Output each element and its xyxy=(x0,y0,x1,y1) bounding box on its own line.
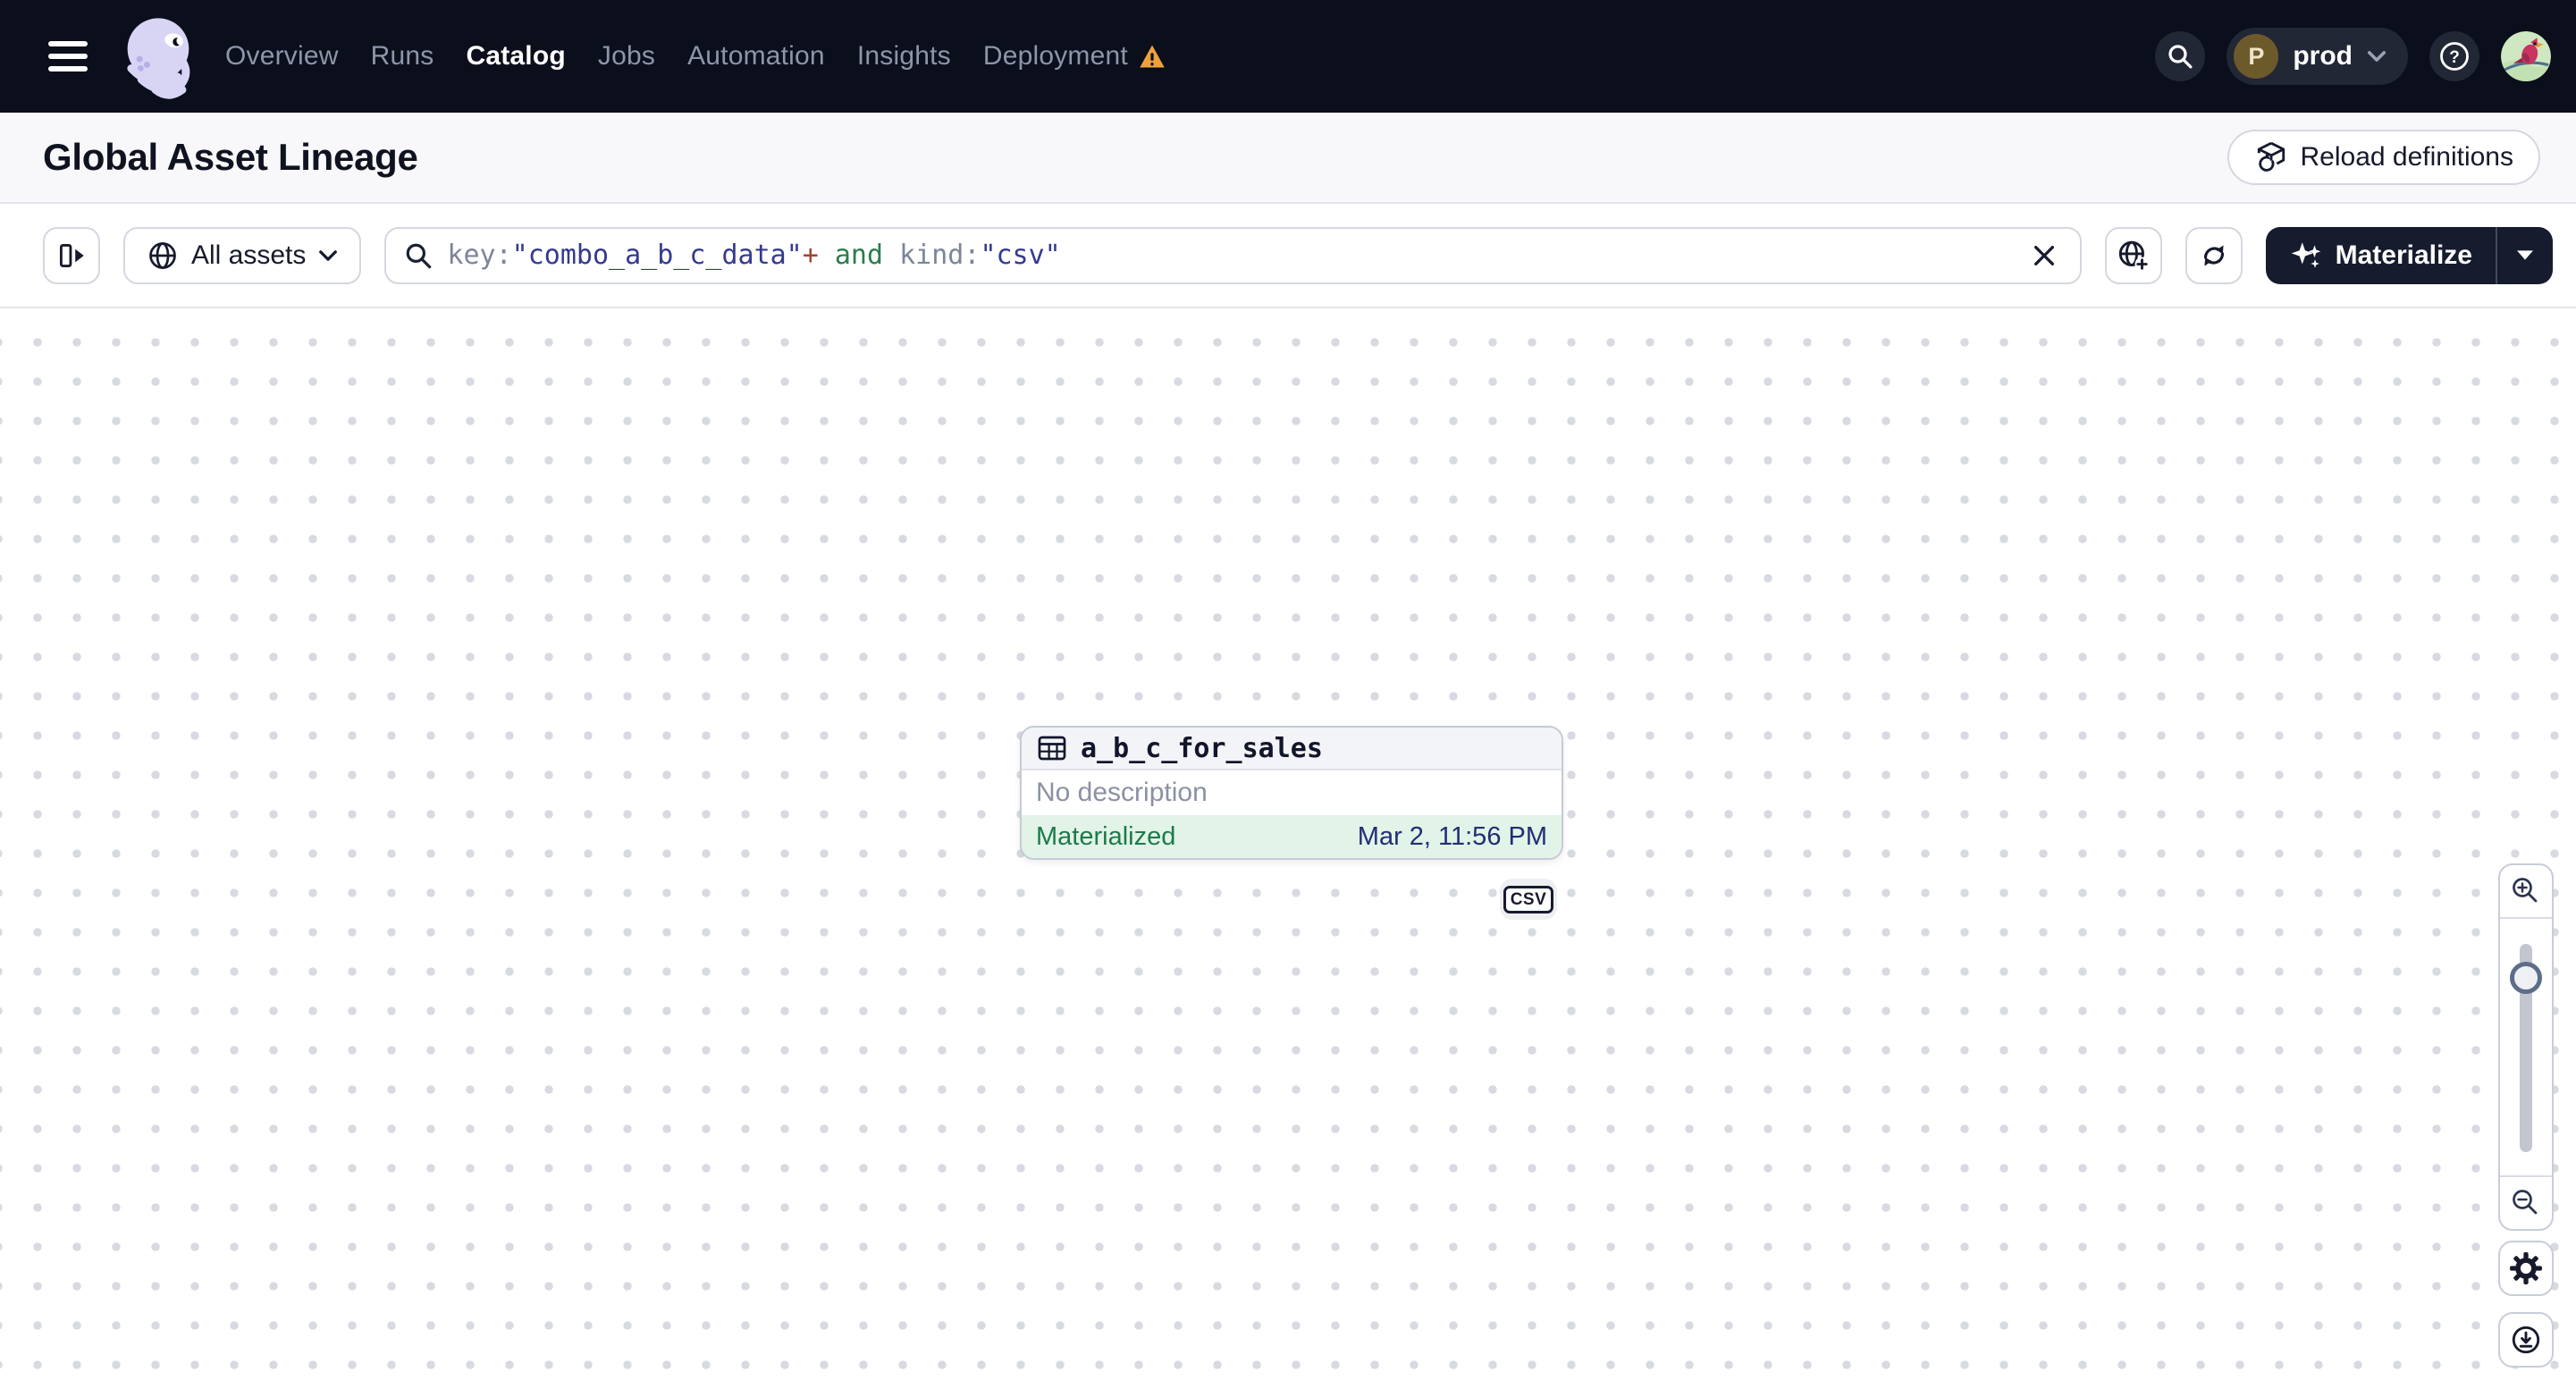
lineage-toolbar: All assets key:"combo_a_b_c_data"+ and k… xyxy=(0,204,2576,308)
lineage-canvas[interactable]: a_b_c_for_sales No description Materiali… xyxy=(0,308,2576,1389)
avatar-bird-image xyxy=(2501,31,2551,81)
global-search-button[interactable] xyxy=(2155,31,2206,81)
chevron-down-icon xyxy=(2367,51,2387,62)
dagster-logo-icon[interactable] xyxy=(113,10,206,103)
asset-node[interactable]: a_b_c_for_sales No description Materiali… xyxy=(1020,726,1563,860)
asset-scope-button[interactable]: All assets xyxy=(123,226,362,284)
asset-node-description: No description xyxy=(1022,770,1562,815)
query-keyword-token: and xyxy=(818,240,900,271)
nav-item-runs[interactable]: Runs xyxy=(371,41,434,72)
caret-down-icon xyxy=(2517,250,2533,260)
nav-item-overview[interactable]: Overview xyxy=(225,41,339,72)
user-avatar[interactable] xyxy=(2501,31,2551,81)
query-value-token: "csv" xyxy=(980,240,1061,271)
status-badge: Materialized xyxy=(1036,821,1176,851)
asset-node-status-bar: Materialized Mar 2, 11:56 PM xyxy=(1022,815,1562,858)
query-field-token: key: xyxy=(447,240,512,271)
svg-text:?: ? xyxy=(2449,48,2460,67)
nav-item-automation[interactable]: Automation xyxy=(687,41,825,72)
zoom-in-button[interactable] xyxy=(2500,865,2552,917)
sparkles-icon xyxy=(2291,241,2320,268)
expand-panel-icon xyxy=(59,243,84,267)
materialize-label: Materialize xyxy=(2335,240,2472,270)
page-header: Global Asset Lineage Reload definitions xyxy=(0,113,2576,204)
download-image-button[interactable] xyxy=(2498,1312,2554,1368)
query-field-token: kind: xyxy=(899,240,981,271)
search-icon xyxy=(407,243,432,268)
help-button[interactable]: ? xyxy=(2429,31,2479,81)
deployment-initial-badge: P xyxy=(2234,34,2279,79)
search-query-text: key:"combo_a_b_c_data"+ and kind:"csv" xyxy=(447,240,2011,271)
filter-lineage-button[interactable] xyxy=(2104,226,2162,284)
chevron-down-icon xyxy=(319,249,338,261)
materialize-options-button[interactable] xyxy=(2497,227,2553,284)
page-title: Global Asset Lineage xyxy=(43,136,418,178)
query-operator-token: + xyxy=(802,240,819,271)
materialize-split-button: Materialize xyxy=(2265,226,2553,284)
zoom-out-icon xyxy=(2513,1190,2538,1215)
asset-description-text: No description xyxy=(1036,778,1208,807)
materialize-button[interactable]: Materialize xyxy=(2266,227,2496,284)
reload-definitions-icon xyxy=(2257,141,2285,172)
warning-icon xyxy=(1140,45,1165,68)
zoom-slider-knob[interactable] xyxy=(2510,962,2542,994)
hamburger-icon xyxy=(48,41,88,72)
reload-definitions-button[interactable]: Reload definitions xyxy=(2227,130,2540,185)
nav-item-insights[interactable]: Insights xyxy=(857,41,951,72)
search-icon xyxy=(2168,45,2193,69)
nav-item-deployment[interactable]: Deployment xyxy=(983,41,1166,72)
close-icon xyxy=(2033,245,2054,265)
materialization-timestamp[interactable]: Mar 2, 11:56 PM xyxy=(1358,822,1547,852)
primary-nav: Overview Runs Catalog Jobs Automation In… xyxy=(225,41,1166,72)
reload-definitions-label: Reload definitions xyxy=(2300,142,2514,172)
navbar-right-cluster: P prod ? xyxy=(2155,28,2551,85)
table-icon xyxy=(1038,736,1066,761)
clear-search-button[interactable] xyxy=(2026,238,2062,274)
asset-scope-label: All assets xyxy=(191,240,307,270)
zoom-slider[interactable] xyxy=(2500,919,2552,1175)
zoom-in-icon xyxy=(2513,878,2538,903)
gear-icon xyxy=(2510,1252,2542,1284)
deployment-switcher[interactable]: P prod xyxy=(2227,28,2408,85)
nav-item-deployment-label: Deployment xyxy=(982,41,1128,71)
refresh-icon xyxy=(2203,244,2224,266)
nav-item-catalog[interactable]: Catalog xyxy=(466,41,565,72)
csv-kind-icon: CSV xyxy=(1503,885,1554,913)
asset-search-input[interactable]: key:"combo_a_b_c_data"+ and kind:"csv" xyxy=(384,226,2082,284)
query-value-token: "combo_a_b_c_data" xyxy=(511,240,803,271)
asset-kind-badge[interactable]: CSV xyxy=(1500,879,1557,920)
refresh-button[interactable] xyxy=(2185,226,2243,284)
nav-item-jobs[interactable]: Jobs xyxy=(598,41,655,72)
globe-icon xyxy=(149,241,176,269)
asset-node-header: a_b_c_for_sales xyxy=(1022,728,1562,770)
top-navbar: Overview Runs Catalog Jobs Automation In… xyxy=(0,0,2576,113)
download-icon xyxy=(2512,1326,2540,1354)
menu-button[interactable] xyxy=(43,31,93,81)
expand-panel-button[interactable] xyxy=(43,226,100,284)
globe-plus-icon xyxy=(2118,240,2150,271)
zoom-out-button[interactable] xyxy=(2500,1177,2552,1229)
help-icon: ? xyxy=(2440,42,2469,71)
asset-name: a_b_c_for_sales xyxy=(1081,732,1323,764)
zoom-controls xyxy=(2498,863,2554,1231)
lineage-settings-button[interactable] xyxy=(2498,1241,2554,1296)
deployment-name: prod xyxy=(2293,41,2353,71)
